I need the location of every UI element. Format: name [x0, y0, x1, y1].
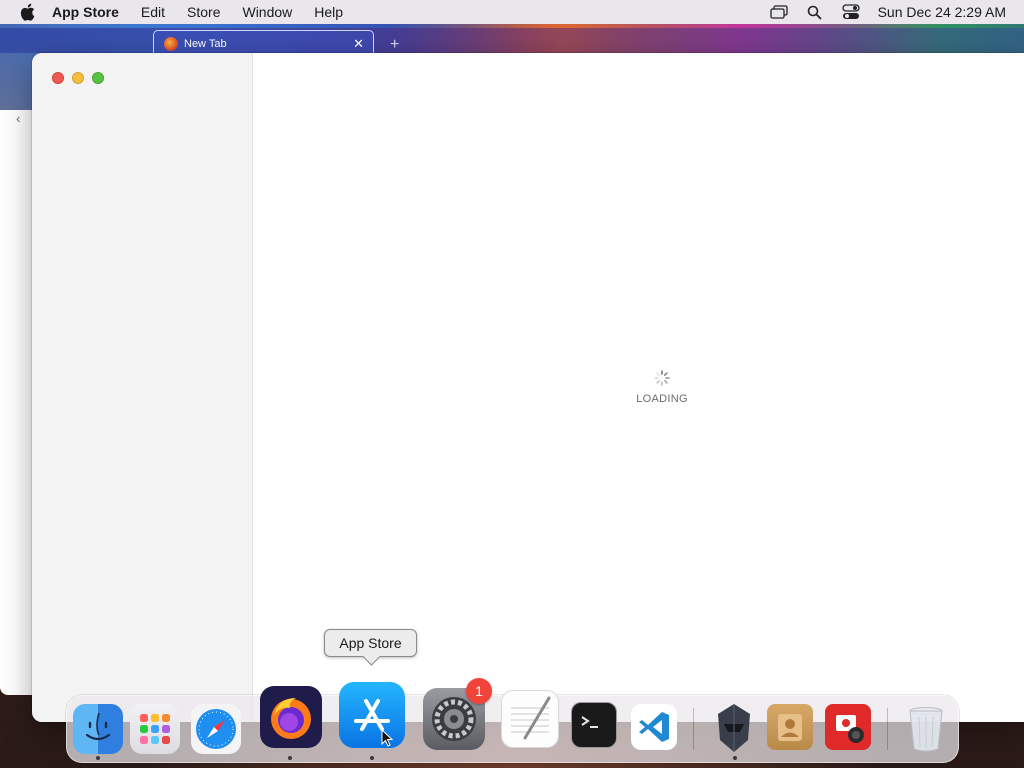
window-zoom-button[interactable] — [92, 72, 104, 84]
loading-spinner-icon — [654, 370, 670, 386]
menu-window[interactable]: Window — [242, 4, 292, 20]
menu-extras: Sun Dec 24 2:29 AM — [769, 0, 1006, 24]
dock-separator-left — [693, 708, 694, 750]
helmet-icon[interactable] — [710, 702, 758, 754]
new-tab-plus-icon[interactable]: + — [390, 36, 399, 54]
window-minimize-button[interactable] — [72, 72, 84, 84]
menu-clock[interactable]: Sun Dec 24 2:29 AM — [878, 4, 1006, 20]
firefox-favicon-icon — [164, 36, 178, 51]
finder-running-dot — [96, 756, 100, 760]
finder-icon[interactable] — [73, 704, 123, 754]
loading-indicator: LOADING — [622, 369, 702, 405]
menu-store[interactable]: Store — [187, 4, 220, 20]
trash-icon[interactable] — [903, 704, 949, 754]
textedit-icon[interactable] — [501, 690, 559, 748]
tab-close-icon[interactable]: ✕ — [353, 36, 364, 52]
app-store-sidebar — [32, 53, 253, 722]
mouse-cursor-icon — [381, 729, 393, 747]
browser-content-area — [0, 110, 36, 695]
menu-help[interactable]: Help — [314, 4, 343, 20]
helmet-running-dot — [733, 756, 737, 760]
app-store-icon[interactable] — [339, 682, 405, 748]
safari-icon[interactable] — [191, 704, 241, 754]
terminal-icon[interactable] — [571, 702, 617, 748]
browser-tab-title: New Tab — [184, 37, 227, 50]
dock — [66, 682, 959, 763]
photo-booth-icon[interactable] — [825, 704, 871, 750]
app-store-window: LOADING — [32, 53, 1024, 722]
contacts-icon[interactable] — [767, 704, 813, 750]
loading-label: LOADING — [636, 393, 688, 405]
system-preferences-badge: 1 — [466, 678, 492, 704]
screen-mirroring-icon[interactable] — [769, 4, 788, 20]
apple-icon[interactable] — [18, 3, 36, 21]
menu-app-name[interactable]: App Store — [52, 4, 119, 20]
firefox-icon[interactable] — [260, 686, 322, 748]
menu-bar: App Store Edit Store Window Help Sun Dec… — [0, 0, 1024, 24]
app-store-running-dot — [370, 756, 374, 760]
launchpad-icon[interactable] — [130, 704, 180, 754]
firefox-running-dot — [288, 756, 292, 760]
control-center-icon[interactable] — [841, 4, 860, 20]
spotlight-search-icon[interactable] — [806, 4, 824, 20]
window-close-button[interactable] — [52, 72, 64, 84]
menu-edit[interactable]: Edit — [141, 4, 165, 20]
vscode-icon[interactable] — [631, 704, 677, 750]
dock-separator-right — [887, 708, 888, 750]
dock-tooltip: App Store — [324, 629, 417, 657]
back-chevron-icon[interactable]: ‹ — [16, 110, 21, 126]
